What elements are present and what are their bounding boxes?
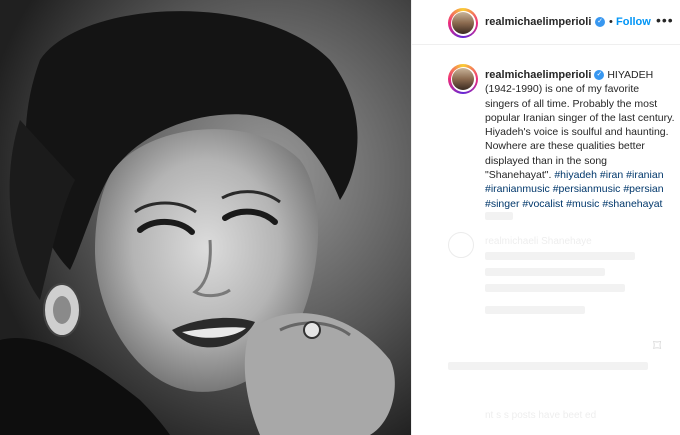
hashtag[interactable]: #hiyadeh [554, 169, 597, 181]
faded-timestamp [485, 212, 513, 220]
hashtag[interactable]: #persianmusic [553, 183, 621, 195]
faded-line [485, 268, 605, 276]
follow-button[interactable]: Follow [616, 16, 651, 28]
verified-badge-icon: ✓ [594, 70, 605, 81]
faded-comment: realmichaeli Shanehaye [485, 236, 592, 247]
faded-comment-text: Shanehaye [541, 236, 592, 247]
hashtag[interactable]: #iran [600, 169, 623, 181]
portrait-illustration [0, 0, 411, 435]
faded-comment-user: realmichaeli [485, 236, 539, 247]
separator-dot: • [609, 16, 613, 28]
post-side-panel: realmichaelimperioli ✓ • Follow ••• real… [411, 0, 680, 435]
caption-body: HIYADEH (1942-1990) is one of my favorit… [485, 69, 675, 182]
verified-badge-icon: ✓ [595, 17, 605, 27]
more-options-icon[interactable]: ••• [656, 12, 674, 28]
author-username[interactable]: realmichaelimperioli [485, 16, 591, 28]
faded-line [485, 284, 625, 292]
instagram-post: realmichaelimperioli ✓ • Follow ••• real… [0, 0, 680, 435]
author-avatar[interactable] [448, 8, 478, 38]
faded-line [485, 306, 585, 314]
faded-footer: nt s s posts have beet ed [485, 410, 597, 421]
hashtag[interactable]: #iranianmusic [485, 183, 550, 195]
faded-line [448, 362, 648, 370]
faded-comment-avatar [448, 232, 474, 258]
bookmark-icon[interactable]: ⌑ [653, 336, 661, 356]
caption-avatar[interactable] [448, 64, 478, 94]
hashtag[interactable]: #persian [623, 183, 663, 195]
hashtag[interactable]: #vocalist [522, 198, 563, 210]
hashtag[interactable]: #singer [485, 198, 519, 210]
post-header: realmichaelimperioli ✓ • Follow ••• [412, 0, 680, 45]
hashtag[interactable]: #shanehayat [602, 198, 662, 210]
hashtag[interactable]: #music [566, 198, 599, 210]
post-photo[interactable] [0, 0, 411, 435]
faded-line [485, 252, 635, 260]
caption-username[interactable]: realmichaelimperioli [485, 69, 591, 81]
hashtag[interactable]: #iranian [626, 169, 663, 181]
caption-text: realmichaelimperioli ✓ HIYADEH (1942-1990… [485, 68, 675, 211]
